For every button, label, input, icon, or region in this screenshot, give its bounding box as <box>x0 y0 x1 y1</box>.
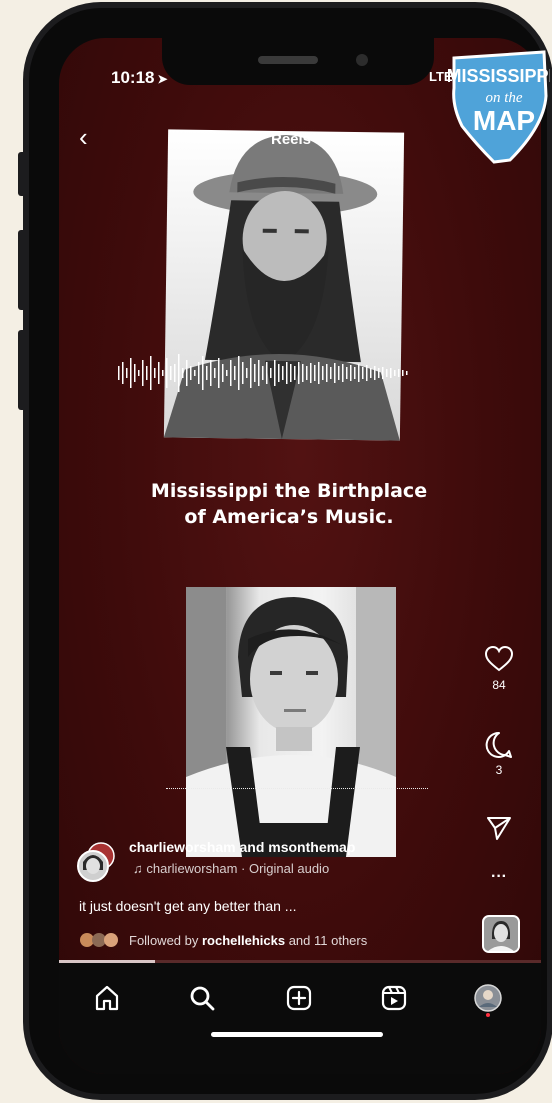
volume-up-button <box>18 230 26 310</box>
audio-label: charlieworsham · Original audio <box>146 861 330 876</box>
followed-by[interactable]: Followed by rochellehicks and 11 others <box>79 932 367 948</box>
more-options-button[interactable]: ··· <box>474 868 524 886</box>
bottom-tab-bar <box>59 963 541 1074</box>
tab-search[interactable] <box>187 983 217 1013</box>
location-arrow-icon: ➤ <box>157 72 168 86</box>
phone-notch <box>162 38 434 85</box>
audio-cover-image <box>484 917 518 951</box>
home-indicator[interactable] <box>211 1032 383 1037</box>
profile-avatar <box>474 984 502 1017</box>
status-time: 10:18 ➤ <box>111 68 168 88</box>
volume-down-button <box>18 330 26 410</box>
tab-home[interactable] <box>92 983 122 1013</box>
heart-icon <box>484 645 514 672</box>
like-button[interactable]: 84 <box>474 645 524 692</box>
audio-waveform <box>118 354 408 392</box>
followed-user: rochellehicks <box>201 933 286 948</box>
followed-suffix: and 11 others <box>285 933 368 948</box>
logo-line-3: MAP <box>473 105 535 136</box>
logo-line-2: on the <box>485 90 522 106</box>
comment-count: 3 <box>495 763 503 777</box>
earpiece <box>258 56 318 64</box>
reels-screen: 10:18➤ LTE 33 <box>59 38 541 1074</box>
send-icon <box>487 817 511 840</box>
create-icon <box>286 985 312 1011</box>
post-caption[interactable]: it just doesn't get any better than ... <box>79 898 296 914</box>
mississippi-on-the-map-logo: MISSISSIPPI on the MAP <box>448 50 550 164</box>
clock-text: 10:18 <box>111 68 155 87</box>
comment-icon <box>485 731 512 758</box>
page-title: Reels <box>271 131 312 148</box>
reel-photo-bottom <box>186 587 396 857</box>
home-icon <box>95 985 119 1011</box>
avatar <box>77 842 115 882</box>
headline-line-2: of America’s Music. <box>184 506 394 528</box>
logo-line-1: MISSISSIPPI <box>448 66 550 86</box>
share-button[interactable] <box>474 814 524 845</box>
comment-button[interactable]: 3 <box>474 730 524 777</box>
tab-create[interactable] <box>284 983 314 1013</box>
mute-switch <box>18 152 26 196</box>
back-button[interactable]: ‹ <box>79 124 88 150</box>
chevron-left-icon: ‹ <box>79 122 88 152</box>
divider-dotted <box>166 788 428 789</box>
headline-line-1: Mississippi the Birthplace <box>150 480 428 502</box>
portrait-man-overalls <box>186 587 396 857</box>
follower-avatars <box>80 933 118 947</box>
post-usernames[interactable]: charlieworsham and msonthemap <box>129 839 355 855</box>
audio-link[interactable]: ♫ charlieworsham · Original audio <box>133 861 329 876</box>
followed-prefix: Followed by <box>129 933 202 948</box>
tab-profile[interactable] <box>473 983 503 1017</box>
creator-avatars[interactable] <box>77 840 117 884</box>
music-note-icon: ♫ <box>133 861 147 876</box>
front-camera <box>356 54 368 66</box>
tab-reels[interactable] <box>379 983 409 1013</box>
search-icon <box>190 986 215 1011</box>
like-count: 84 <box>492 678 506 692</box>
reels-icon <box>381 985 407 1011</box>
reel-headline: Mississippi the Birthplace of America’s … <box>119 478 459 530</box>
audio-thumbnail[interactable] <box>482 915 520 953</box>
